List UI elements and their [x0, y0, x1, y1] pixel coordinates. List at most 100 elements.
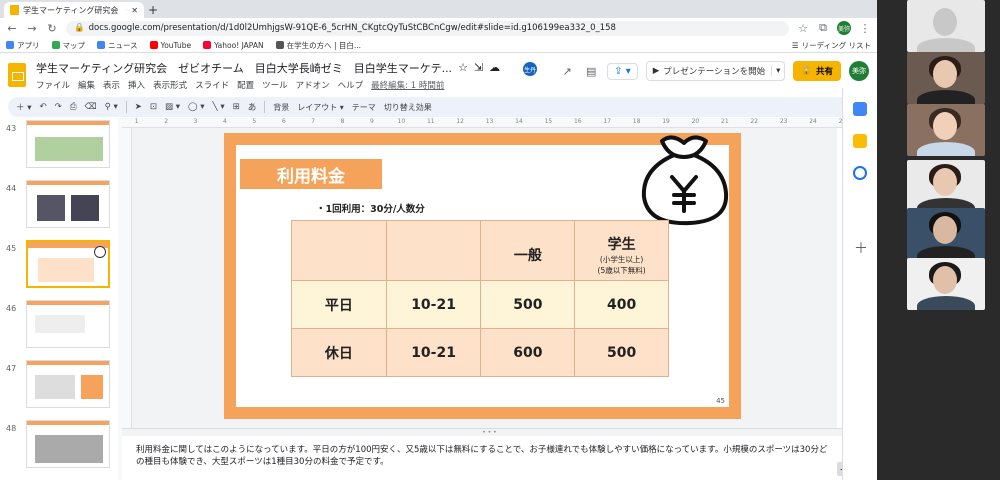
menu-slide[interactable]: スライド [195, 79, 229, 91]
table-cell[interactable]: 学生 (小学生以上) (5歳以下無料) [574, 220, 669, 281]
comments-icon[interactable]: ▤ [583, 63, 599, 79]
slide-thumbnail[interactable] [26, 120, 110, 168]
paint-format-icon[interactable]: ⌫ [85, 102, 97, 112]
activity-trend-icon[interactable]: ↗ [559, 63, 575, 79]
account-avatar[interactable]: 美弥 [849, 61, 869, 81]
redo-icon[interactable]: ↷ [55, 102, 62, 112]
cloud-status-icon[interactable]: ☁ [489, 61, 500, 74]
print-icon[interactable]: ⎙ [70, 102, 77, 112]
line-icon[interactable]: ╲ ▾ [213, 102, 225, 112]
table-cell[interactable]: 一般 [480, 220, 576, 281]
menu-format[interactable]: 表示形式 [153, 79, 187, 91]
background-button[interactable]: 背景 [273, 102, 289, 113]
present-dropdown-icon[interactable]: ▾ [771, 66, 784, 76]
bookmark-maps[interactable]: マップ [51, 40, 85, 51]
menu-tools[interactable]: ツール [262, 79, 288, 91]
tasks-icon[interactable] [853, 166, 867, 180]
reading-list[interactable]: ☰ リーディング リスト [792, 40, 871, 51]
new-tab-button[interactable]: + [144, 2, 162, 18]
filmstrip-item[interactable]: 47 [0, 360, 118, 416]
bookmark-apps[interactable]: アプリ [6, 40, 40, 51]
slide-thumbnail[interactable] [26, 420, 110, 468]
zoom-icon[interactable]: ⚲ ▾ [105, 102, 118, 112]
last-edit-link[interactable]: 最終編集: 1 時間前 [371, 79, 444, 91]
filmstrip-item-selected[interactable]: 45 [0, 240, 118, 296]
filmstrip-item[interactable]: 43 [0, 120, 118, 176]
menu-file[interactable]: ファイル [36, 79, 70, 91]
table-cell[interactable]: 休日 [291, 328, 387, 377]
comment-add-icon[interactable]: ⊞ [233, 102, 240, 112]
speaker-notes[interactable]: 利用料金に関してはこのようになっています。平日の方が100円安く、又5歳以下は無… [132, 436, 832, 480]
add-on-plus-icon[interactable]: ＋ [854, 238, 868, 258]
undo-icon[interactable]: ↶ [39, 102, 46, 112]
bookmark-yahoo[interactable]: Yahoo! JAPAN [203, 41, 264, 50]
share-button[interactable]: 🔒 共有 [793, 61, 841, 81]
present-in-meeting-button[interactable]: ⇪ ▾ [607, 62, 638, 80]
participant-tile[interactable] [907, 258, 985, 310]
slide-filmstrip[interactable]: 43 44 45 46 47 48 [0, 118, 118, 480]
forward-icon[interactable]: → [26, 22, 38, 35]
participant-tile[interactable] [907, 0, 985, 52]
notes-resize-handle[interactable]: • • • [122, 428, 857, 436]
usage-bullet[interactable]: ・1回利用：30分/人数分 [316, 201, 425, 215]
collaborator-presence[interactable]: 生丹 [523, 62, 551, 80]
slide-body[interactable]: 利用料金 ・1回利用：30分/人数分 一般 学生 (小学生以上) (5歳以下無料) [236, 135, 729, 407]
text-box-icon[interactable]: ⊡ [150, 102, 157, 112]
menu-insert[interactable]: 挿入 [128, 79, 145, 91]
layout-button[interactable]: レイアウト ▾ [297, 102, 344, 113]
theme-button[interactable]: テーマ [352, 102, 376, 113]
keep-icon[interactable] [853, 134, 867, 148]
participant-tile[interactable] [907, 104, 985, 156]
menu-help[interactable]: ヘルプ [338, 79, 364, 91]
participant-tile[interactable] [907, 160, 985, 212]
close-tab-icon[interactable]: ✕ [131, 6, 138, 15]
table-cell[interactable]: 600 [480, 328, 576, 377]
slide-title[interactable]: 利用料金 [240, 159, 382, 189]
calendar-icon[interactable] [853, 102, 867, 116]
table-cell[interactable]: 400 [574, 280, 669, 329]
transition-button[interactable]: 切り替え効果 [384, 102, 432, 113]
start-presentation-button[interactable]: ▶ プレゼンテーションを開始 [647, 65, 771, 77]
select-cursor-icon[interactable]: ➤ [135, 102, 142, 112]
reload-icon[interactable]: ↻ [46, 22, 58, 35]
extension-icon[interactable]: ⧉ [817, 21, 829, 35]
doc-title[interactable]: 学生マーケティング研究会 ゼビオチーム 目白大学長崎ゼミ 目白学生マーケテ... [36, 60, 452, 76]
image-icon[interactable]: ▨ ▾ [165, 102, 180, 112]
participant-tile[interactable] [907, 52, 985, 104]
slides-logo-icon[interactable] [8, 63, 26, 87]
menu-view[interactable]: 表示 [103, 79, 120, 91]
star-doc-icon[interactable]: ☆ [458, 61, 468, 74]
table-cell[interactable]: 500 [574, 328, 669, 377]
bookmark-youtube[interactable]: YouTube [149, 41, 191, 50]
slide-canvas[interactable]: 利用料金 ・1回利用：30分/人数分 一般 学生 (小学生以上) (5歳以下無料) [132, 128, 837, 428]
url-field[interactable]: 🔒 docs.google.com/presentation/d/1d0l2Um… [66, 20, 789, 36]
table-cell[interactable]: 10-21 [385, 280, 482, 329]
table-cell[interactable]: 500 [480, 280, 576, 329]
menu-edit[interactable]: 編集 [78, 79, 95, 91]
table-cell[interactable] [291, 220, 387, 281]
filmstrip-item[interactable]: 48 [0, 420, 118, 476]
star-icon[interactable]: ☆ [797, 22, 809, 35]
slide-thumbnail[interactable] [26, 240, 110, 288]
bookmark-mejiro[interactable]: 在学生の方へ | 目白... [275, 40, 361, 51]
slide-frame[interactable]: 利用料金 ・1回利用：30分/人数分 一般 学生 (小学生以上) (5歳以下無料) [224, 133, 741, 419]
back-icon[interactable]: ← [6, 22, 18, 35]
menu-addons[interactable]: アドオン [296, 79, 330, 91]
slide-thumbnail[interactable] [26, 180, 110, 228]
bookmark-news[interactable]: ニュース [97, 40, 138, 51]
move-folder-icon[interactable]: ⇲ [474, 61, 483, 74]
slide-thumbnail[interactable] [26, 300, 110, 348]
new-slide-icon[interactable]: ＋ ▾ [16, 101, 31, 113]
profile-avatar[interactable]: 美弥 [837, 21, 851, 35]
slide-thumbnail[interactable] [26, 360, 110, 408]
menu-arrange[interactable]: 配置 [237, 79, 254, 91]
filmstrip-item[interactable]: 46 [0, 300, 118, 356]
money-bag-icon[interactable] [632, 133, 736, 229]
browser-tab[interactable]: 学生マーケティング研究会 ゼビオ ✕ [4, 2, 144, 18]
participant-tile[interactable] [907, 208, 985, 260]
price-table[interactable]: 一般 学生 (小学生以上) (5歳以下無料) 平日 10-21 500 400 休日… [291, 220, 669, 377]
filmstrip-item[interactable]: 44 [0, 180, 118, 236]
table-cell[interactable]: 平日 [291, 280, 387, 329]
shape-icon[interactable]: ◯ ▾ [188, 102, 204, 112]
table-cell[interactable] [385, 220, 482, 281]
